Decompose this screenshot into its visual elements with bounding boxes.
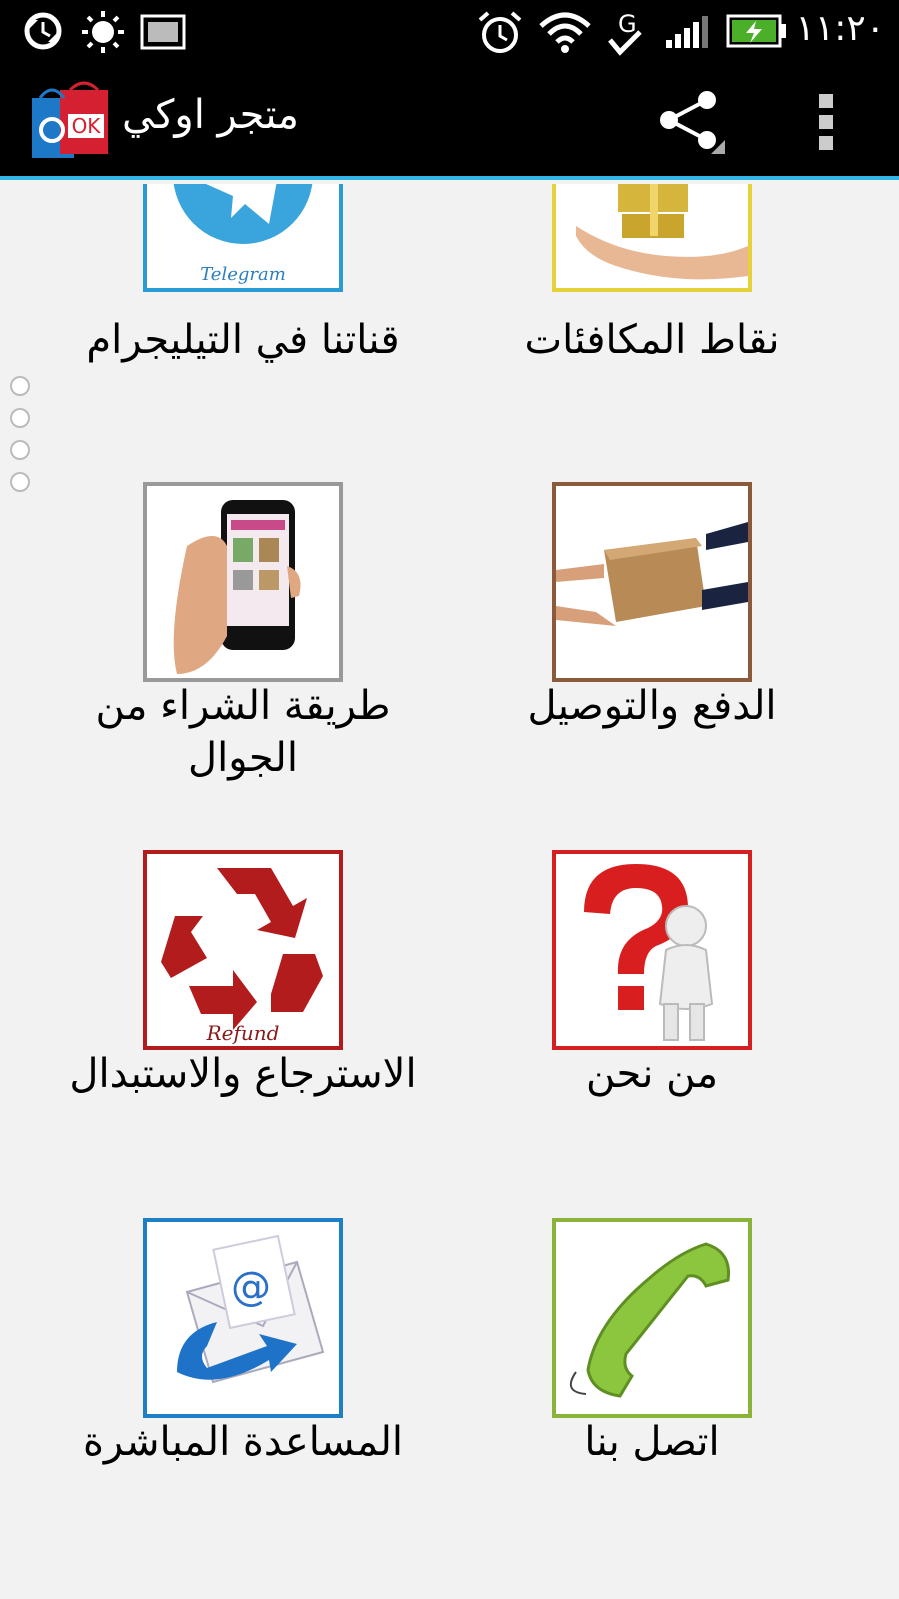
contact-us-button[interactable]: [552, 1218, 752, 1418]
overflow-menu-icon[interactable]: [816, 92, 838, 152]
sync-icon: [24, 12, 62, 50]
returns-exchange-button[interactable]: Refund: [143, 850, 343, 1050]
signal-icon: [666, 16, 708, 48]
svg-text:OK: OK: [72, 114, 102, 138]
action-bar: OK متجر اوكي: [0, 62, 899, 180]
image-icon: [140, 14, 186, 50]
g-check-icon: G: [608, 10, 642, 56]
drawer-handle-dot: [10, 376, 30, 396]
share-icon[interactable]: [655, 90, 727, 156]
telegram-icon: Telegram: [173, 184, 313, 285]
returns-exchange-label: الاسترجاع والاستبدال: [69, 1051, 417, 1097]
svg-text:Refund: Refund: [206, 1021, 280, 1045]
drawer-handle[interactable]: [10, 376, 32, 504]
drawer-handle-dot: [10, 440, 30, 460]
wifi-icon: [539, 12, 591, 53]
recycle-refund-icon: Refund: [161, 868, 323, 1045]
question-person-icon: [584, 864, 714, 1041]
drawer-handle-dot: [10, 408, 30, 428]
gift-hand-icon: [576, 184, 748, 280]
telegram-channel-label: قناتنا في التيليجرام: [86, 317, 400, 363]
mobile-purchase-button[interactable]: [143, 482, 343, 682]
alarm-icon: [478, 11, 522, 53]
svg-text:G: G: [618, 10, 637, 38]
live-support-button[interactable]: @: [143, 1218, 343, 1418]
status-time: ١١:٢٠: [795, 8, 885, 49]
contact-us-label: اتصل بنا: [584, 1419, 720, 1465]
menu-grid: نقاط المكافئات Telegram قناتنا في التيلي…: [0, 184, 899, 1599]
rewards-points-label: نقاط المكافئات: [524, 317, 780, 363]
delivery-box-icon: [556, 522, 748, 626]
svg-text:Telegram: Telegram: [200, 264, 286, 285]
drawer-handle-dot: [10, 472, 30, 492]
app-logo-icon[interactable]: OK: [30, 80, 112, 162]
payment-delivery-label: الدفع والتوصيل: [527, 683, 777, 729]
rewards-points-button[interactable]: [552, 184, 752, 292]
battery-charging-icon: [726, 14, 786, 48]
phone-icon: [569, 1242, 731, 1398]
email-support-icon: @: [177, 1234, 325, 1384]
status-bar: G ١١:٢٠: [0, 0, 899, 62]
mobile-phone-icon: [173, 500, 301, 674]
about-us-button[interactable]: [552, 850, 752, 1050]
brightness-icon: [82, 11, 124, 53]
app-title: متجر اوكي: [122, 92, 299, 138]
svg-text:@: @: [231, 1264, 271, 1310]
about-us-label: من نحن: [586, 1051, 718, 1097]
live-support-label: المساعدة المباشرة: [82, 1419, 404, 1465]
telegram-channel-button[interactable]: Telegram: [143, 184, 343, 292]
payment-delivery-button[interactable]: [552, 482, 752, 682]
mobile-purchase-label: طريقة الشراء من الجوال: [95, 683, 391, 781]
